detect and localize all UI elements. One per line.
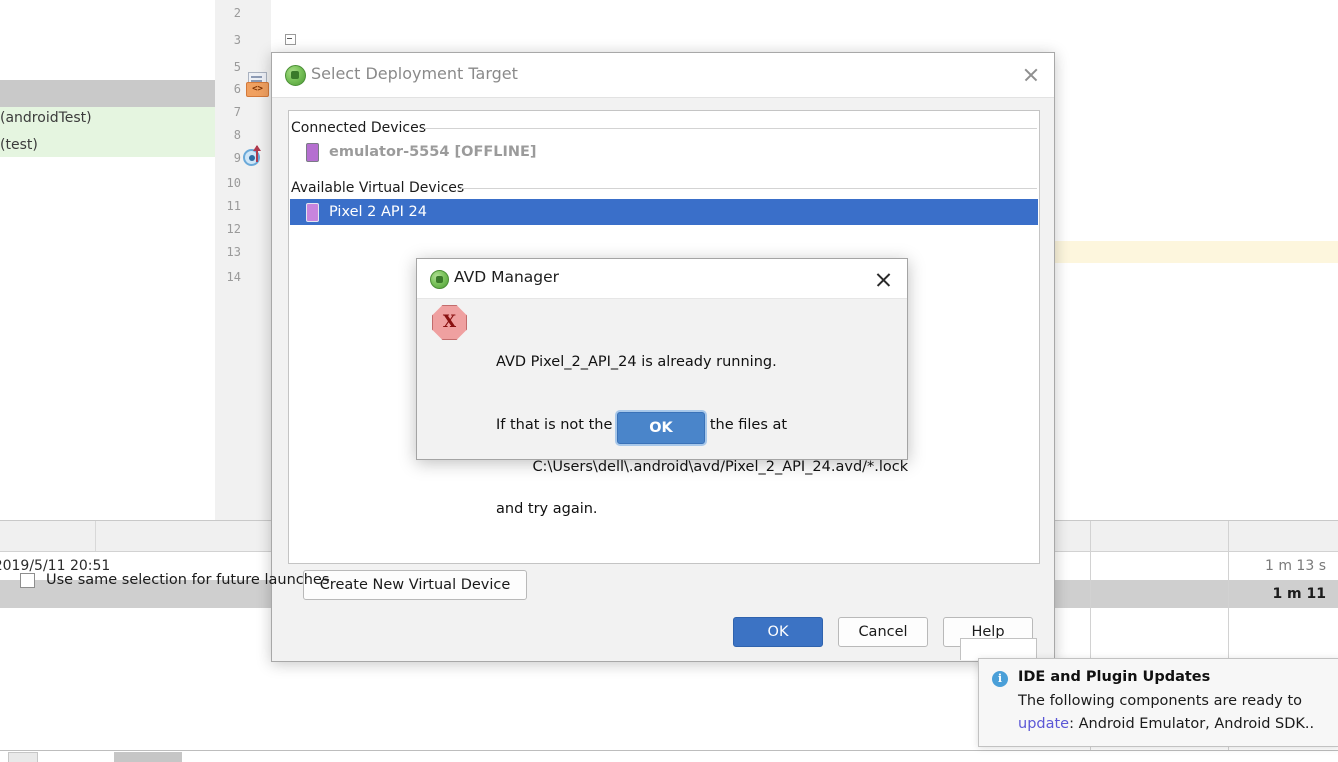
line-number: 10 [219, 176, 241, 190]
checkbox-label: Use same selection for future launches [46, 572, 329, 588]
error-icon: X [432, 305, 467, 340]
notification-body-line-2: update: Android Emulator, Android SDK.. [1018, 716, 1314, 732]
use-same-selection-checkbox-row[interactable]: Use same selection for future launches [20, 572, 329, 588]
error-message-line-3: C:\Users\dell\.android\avd/Pixel_2_API_2… [514, 457, 908, 478]
line-number: 2 [219, 6, 241, 20]
line-number: 8 [219, 128, 241, 142]
device-row-pixel-2-api-24[interactable]: Pixel 2 API 24 [290, 199, 1038, 225]
notification-components-text: : Android Emulator, Android SDK.. [1069, 716, 1314, 732]
notification-title: IDE and Plugin Updates [1018, 669, 1210, 685]
phone-icon [306, 143, 319, 162]
error-message-line-4: and try again. [496, 499, 896, 520]
device-row-emulator-5554[interactable]: emulator-5554 [OFFLINE] [290, 139, 1038, 165]
close-icon[interactable] [1021, 65, 1041, 85]
device-label: emulator-5554 [OFFLINE] [329, 144, 537, 160]
screen: (androidTest) (test) 2 3 5 6 7 8 9 10 11… [0, 0, 1338, 762]
device-label: Pixel 2 API 24 [329, 204, 427, 220]
line-number: 3 [219, 33, 241, 47]
line-number: 11 [219, 199, 241, 213]
avd-dialog-title: AVD Manager [454, 268, 559, 286]
line-number: 5 [219, 60, 241, 74]
dialog-footer [272, 598, 1054, 661]
line-number: 12 [219, 222, 241, 236]
taskbar-item[interactable] [8, 752, 38, 762]
taskbar-item-active[interactable] [114, 752, 182, 762]
left-tool-panel: (androidTest) (test) [0, 0, 216, 520]
info-icon: i [992, 671, 1008, 687]
group-header-connected-devices: Connected Devices [291, 118, 426, 138]
tree-item-android-test[interactable]: (androidTest) [0, 106, 92, 130]
error-message-line-1: AVD Pixel_2_API_24 is already running. [496, 352, 896, 373]
taskbar [0, 750, 1338, 762]
header-divider [95, 521, 96, 551]
android-studio-icon [430, 270, 449, 289]
left-panel-selected-band [0, 80, 215, 107]
build-duration-bottom: 1 m 11 [1272, 580, 1326, 608]
fold-toggle-icon[interactable] [285, 34, 296, 45]
editor-gutter: 2 3 5 6 7 8 9 10 11 12 13 14 <> [215, 0, 272, 520]
notification-body-line-1: The following components are ready to [1018, 693, 1302, 709]
phone-icon [306, 203, 319, 222]
group-rule [461, 188, 1037, 189]
android-studio-icon [285, 65, 306, 86]
avd-title-bar: AVD Manager [417, 259, 907, 299]
avd-ok-button[interactable]: OK [617, 412, 705, 444]
line-number: 6 [219, 82, 241, 96]
dialog-title: Select Deployment Target [311, 64, 518, 83]
dialog-title-bar: Select Deployment Target [272, 53, 1054, 98]
up-arrow-icon [256, 146, 258, 162]
notification-tab[interactable] [960, 638, 1037, 660]
code-marker-icon[interactable]: <> [246, 72, 268, 98]
group-header-available-virtual-devices: Available Virtual Devices [291, 178, 464, 198]
notification-balloon[interactable]: i IDE and Plugin Updates The following c… [978, 658, 1338, 747]
create-new-virtual-device-button[interactable]: Create New Virtual Device [303, 570, 527, 600]
group-rule [424, 128, 1037, 129]
line-number: 7 [219, 105, 241, 119]
build-duration-top: 1 m 13 s [1265, 552, 1326, 580]
cancel-button[interactable]: Cancel [838, 617, 928, 647]
line-number: 13 [219, 245, 241, 259]
update-link[interactable]: update [1018, 716, 1069, 732]
tree-item-test[interactable]: (test) [0, 133, 38, 157]
code-brackets-icon: <> [246, 82, 269, 97]
ok-button[interactable]: OK [733, 617, 823, 647]
run-marker-icon[interactable] [243, 146, 267, 166]
checkbox[interactable] [20, 573, 35, 588]
line-number: 9 [219, 151, 241, 165]
line-number: 14 [219, 270, 241, 284]
close-icon[interactable] [874, 270, 893, 289]
